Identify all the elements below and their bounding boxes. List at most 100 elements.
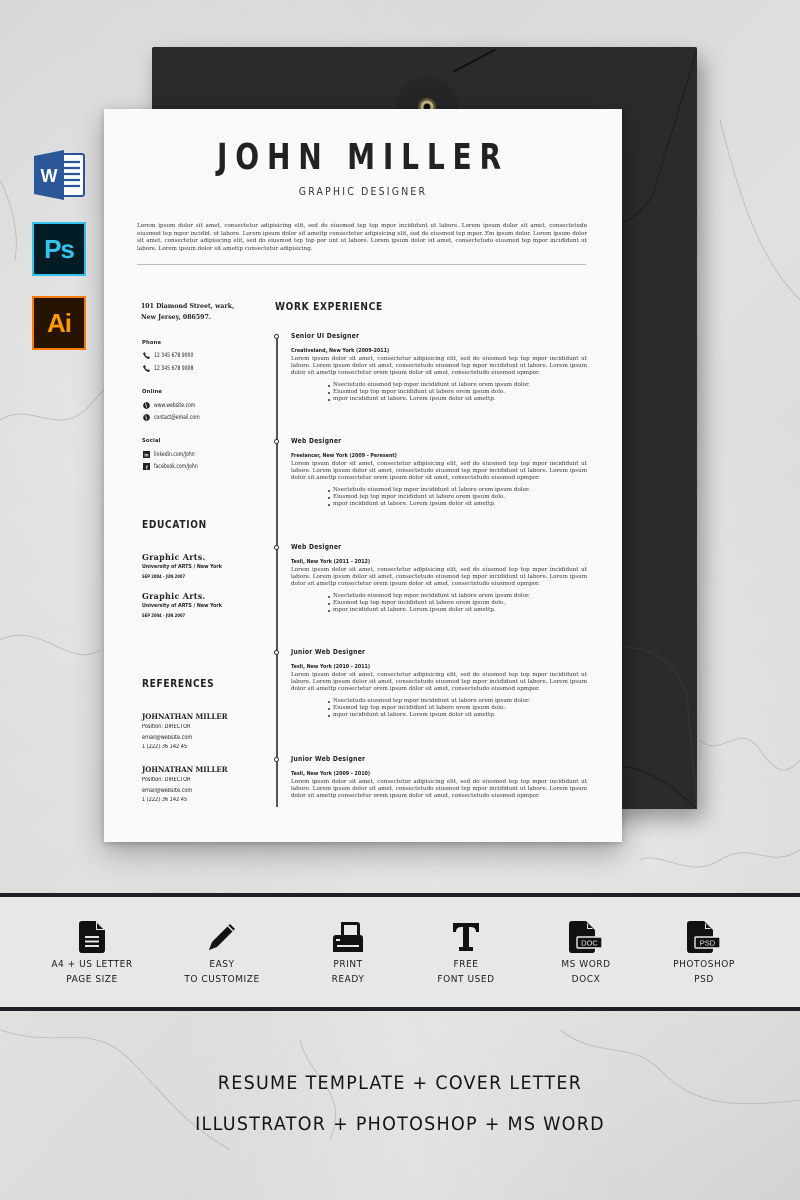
- reference-position: Position: DIRECTOR: [142, 777, 191, 783]
- job-title: Senior UI Designer: [291, 332, 360, 340]
- illustrator-icon-label: Ai: [47, 307, 72, 338]
- resume-summary: Lorem ipsum dolor sit amet, consectetur …: [137, 223, 587, 253]
- divider: [137, 264, 586, 265]
- feature-font: FREE FONT USED: [401, 917, 531, 987]
- feature-ms-word: DOC MS WORD DOCX: [521, 917, 651, 987]
- education-dates: SEP 2004 - JUN 2007: [142, 614, 186, 619]
- document-icon: [27, 917, 157, 957]
- timeline-dot: [273, 545, 279, 550]
- svg-text:PSD: PSD: [700, 939, 716, 948]
- job-description: Lorem ipsum dolor sit amet, consectetur …: [291, 672, 587, 692]
- reference-phone: 1 (222) 36 142 45: [142, 797, 188, 803]
- resume-paper: JOHN MILLER GRAPHIC DESIGNER Lorem ipsum…: [104, 109, 622, 842]
- job-entry: Web Designer Tesli, New York (2011 - 201…: [273, 543, 587, 614]
- education-heading: EDUCATION: [142, 519, 207, 531]
- reference-position: Position: DIRECTOR: [142, 724, 191, 730]
- address: 101 Diamond Street, wark, New Jersey, 08…: [141, 301, 251, 323]
- feature-label: EASY: [209, 959, 235, 970]
- email-link[interactable]: contact@email.com: [154, 414, 200, 421]
- reference-name: JOHNATHAN MILLER: [142, 765, 228, 774]
- feature-label: FONT USED: [437, 974, 495, 985]
- references-heading: REFERENCES: [142, 678, 215, 690]
- svg-text:DOC: DOC: [581, 939, 598, 948]
- feature-customize: EASY TO CUSTOMIZE: [157, 917, 287, 987]
- feature-print: PRINT READY: [283, 917, 413, 987]
- job-company: Creativeland, New York (2009-2011): [291, 348, 390, 354]
- timeline-dot: [273, 757, 279, 762]
- job-bullets: Nsectetudo eiusmod tep mpor incididunt u…: [291, 593, 587, 614]
- features-band: A4 + US LETTER PAGE SIZE EASY TO CUSTOMI…: [0, 893, 800, 1011]
- feature-label: TO CUSTOMIZE: [184, 974, 260, 985]
- phone-row: 12 345 678 9000: [142, 351, 200, 360]
- job-title: Web Designer: [291, 543, 342, 551]
- address-line-1: 101 Diamond Street, wark,: [141, 303, 235, 310]
- job-entry: Senior UI Designer Creativeland, New Yor…: [273, 332, 587, 403]
- phone-icon: [142, 352, 150, 360]
- doc-file-icon: DOC: [521, 917, 651, 957]
- job-bullets: Nsectetudo eiusmod tep mpor incididunt u…: [291, 382, 587, 403]
- timeline-dot: [273, 334, 279, 339]
- job-company: Tesli, New York (2011 - 2012): [291, 559, 371, 565]
- illustrator-icon: Ai: [32, 296, 86, 350]
- job-bullets: Nsectetudo eiusmod tep mpor incididunt u…: [291, 487, 587, 508]
- photoshop-icon-label: Ps: [44, 233, 75, 264]
- font-icon: [401, 917, 531, 957]
- feature-label: MS WORD: [561, 959, 611, 970]
- education-school: University of ARTS / New York: [142, 603, 222, 609]
- job-bullet: mpor incididunt ut labore. Lorem ipsum d…: [328, 712, 587, 719]
- globe-icon: [142, 414, 150, 422]
- feature-label: PAGE SIZE: [66, 974, 118, 985]
- education-title: Graphic Arts.: [142, 591, 206, 601]
- feature-label: READY: [331, 974, 365, 985]
- photoshop-icon: Ps: [32, 222, 86, 276]
- resume-name: JOHN MILLER: [217, 137, 509, 178]
- reference-phone: 1 (222) 36 142 45: [142, 744, 188, 750]
- work-experience-heading: WORK EXPERIENCE: [275, 301, 383, 313]
- job-bullet: Eiusmod tep top mpor incididunt ut labor…: [328, 389, 587, 396]
- social-row: in linkedin.com/John: [142, 450, 202, 459]
- job-entry: Junior Web Designer Tesli, New York (200…: [273, 755, 587, 800]
- facebook-link[interactable]: facebook.com/John: [154, 463, 198, 470]
- phone-icon: [142, 365, 150, 373]
- feature-photoshop: PSD PHOTOSHOP PSD: [639, 917, 769, 987]
- job-bullet: Eiusmod tep top mpor incididunt ut labor…: [328, 705, 587, 712]
- job-bullet: mpor incididunt ut labore. Lorem ipsum d…: [328, 396, 587, 403]
- job-company: Tesli, New York (2010 - 2011): [291, 664, 371, 670]
- phone-label: Phone: [142, 340, 162, 346]
- website-link[interactable]: www.website.com: [154, 402, 195, 409]
- job-company: Freelancer, New York (2009 - Peresent): [291, 453, 397, 459]
- reference-name: JOHNATHAN MILLER: [142, 712, 228, 721]
- job-title: Junior Web Designer: [291, 648, 366, 656]
- feature-label: PHOTOSHOP: [673, 959, 735, 970]
- reference-email: email@website.com: [142, 735, 193, 741]
- job-description: Lorem ipsum dolor sit amet, consectetur …: [291, 461, 587, 481]
- phone-2: 12 345 678 9008: [154, 365, 194, 372]
- education-title: Graphic Arts.: [142, 552, 206, 562]
- online-row: www.website.com: [142, 401, 203, 410]
- timeline-dot: [273, 439, 279, 444]
- address-line-2: New Jersey, 086597.: [141, 314, 211, 321]
- printer-icon: [283, 917, 413, 957]
- facebook-icon: f: [142, 463, 150, 471]
- phone-1: 12 345 678 9000: [154, 352, 194, 359]
- globe-icon: [142, 402, 150, 410]
- tagline-line-1: RESUME TEMPLATE + COVER LETTER: [217, 1072, 583, 1094]
- timeline-line: [276, 335, 278, 807]
- psd-file-icon: PSD: [639, 917, 769, 957]
- ms-word-icon: W: [32, 148, 86, 202]
- svg-text:W: W: [41, 166, 58, 186]
- timeline-dot: [273, 650, 279, 655]
- linkedin-link[interactable]: linkedin.com/John: [154, 451, 195, 458]
- social-row: f facebook.com/John: [142, 462, 205, 471]
- online-row: contact@email.com: [142, 413, 208, 422]
- svg-text:in: in: [144, 453, 148, 458]
- svg-text:f: f: [145, 465, 147, 470]
- job-bullet: Nsectetudo eiusmod tep mpor incididunt u…: [328, 593, 587, 600]
- feature-label: PSD: [694, 974, 714, 985]
- job-entry: Junior Web Designer Tesli, New York (201…: [273, 648, 587, 719]
- pencil-icon: [157, 917, 287, 957]
- online-label: Online: [142, 389, 163, 395]
- job-description: Lorem ipsum dolor sit amet, consectetur …: [291, 356, 587, 376]
- feature-page-size: A4 + US LETTER PAGE SIZE: [27, 917, 157, 987]
- job-entry: Web Designer Freelancer, New York (2009 …: [273, 437, 587, 508]
